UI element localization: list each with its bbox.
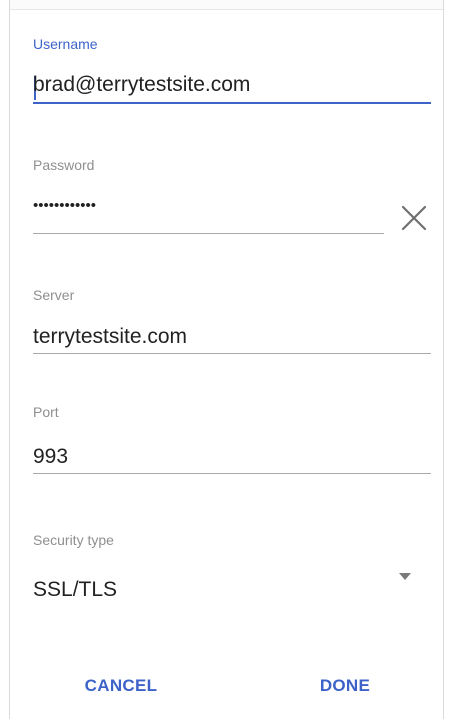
close-icon [401,205,427,231]
username-label: Username [33,36,98,52]
port-label: Port [33,404,59,420]
security-type-value[interactable]: SSL/TLS [33,578,117,602]
done-button[interactable]: DONE [300,672,390,700]
security-type-dropdown-button[interactable] [394,570,416,584]
username-underline [33,102,431,104]
password-label: Password [33,157,95,173]
server-settings-dialog: Username brad@terrytestsite.com Password… [0,0,453,719]
left-edge [0,0,10,719]
clear-password-button[interactable] [398,202,430,234]
password-underline [33,233,384,234]
username-input[interactable]: brad@terrytestsite.com [33,73,250,97]
port-input[interactable]: 993 [33,445,68,469]
right-edge [443,0,453,719]
top-edge [0,0,453,10]
password-input[interactable]: •••••••••••• [33,197,96,214]
clipped-text-fragment [38,0,78,3]
port-underline [33,473,431,474]
server-input[interactable]: terrytestsite.com [33,325,187,349]
dropdown-arrow-icon [399,573,411,580]
cancel-button[interactable]: CANCEL [69,672,173,700]
security-type-label: Security type [33,532,114,548]
server-underline [33,353,431,354]
server-label: Server [33,287,75,303]
